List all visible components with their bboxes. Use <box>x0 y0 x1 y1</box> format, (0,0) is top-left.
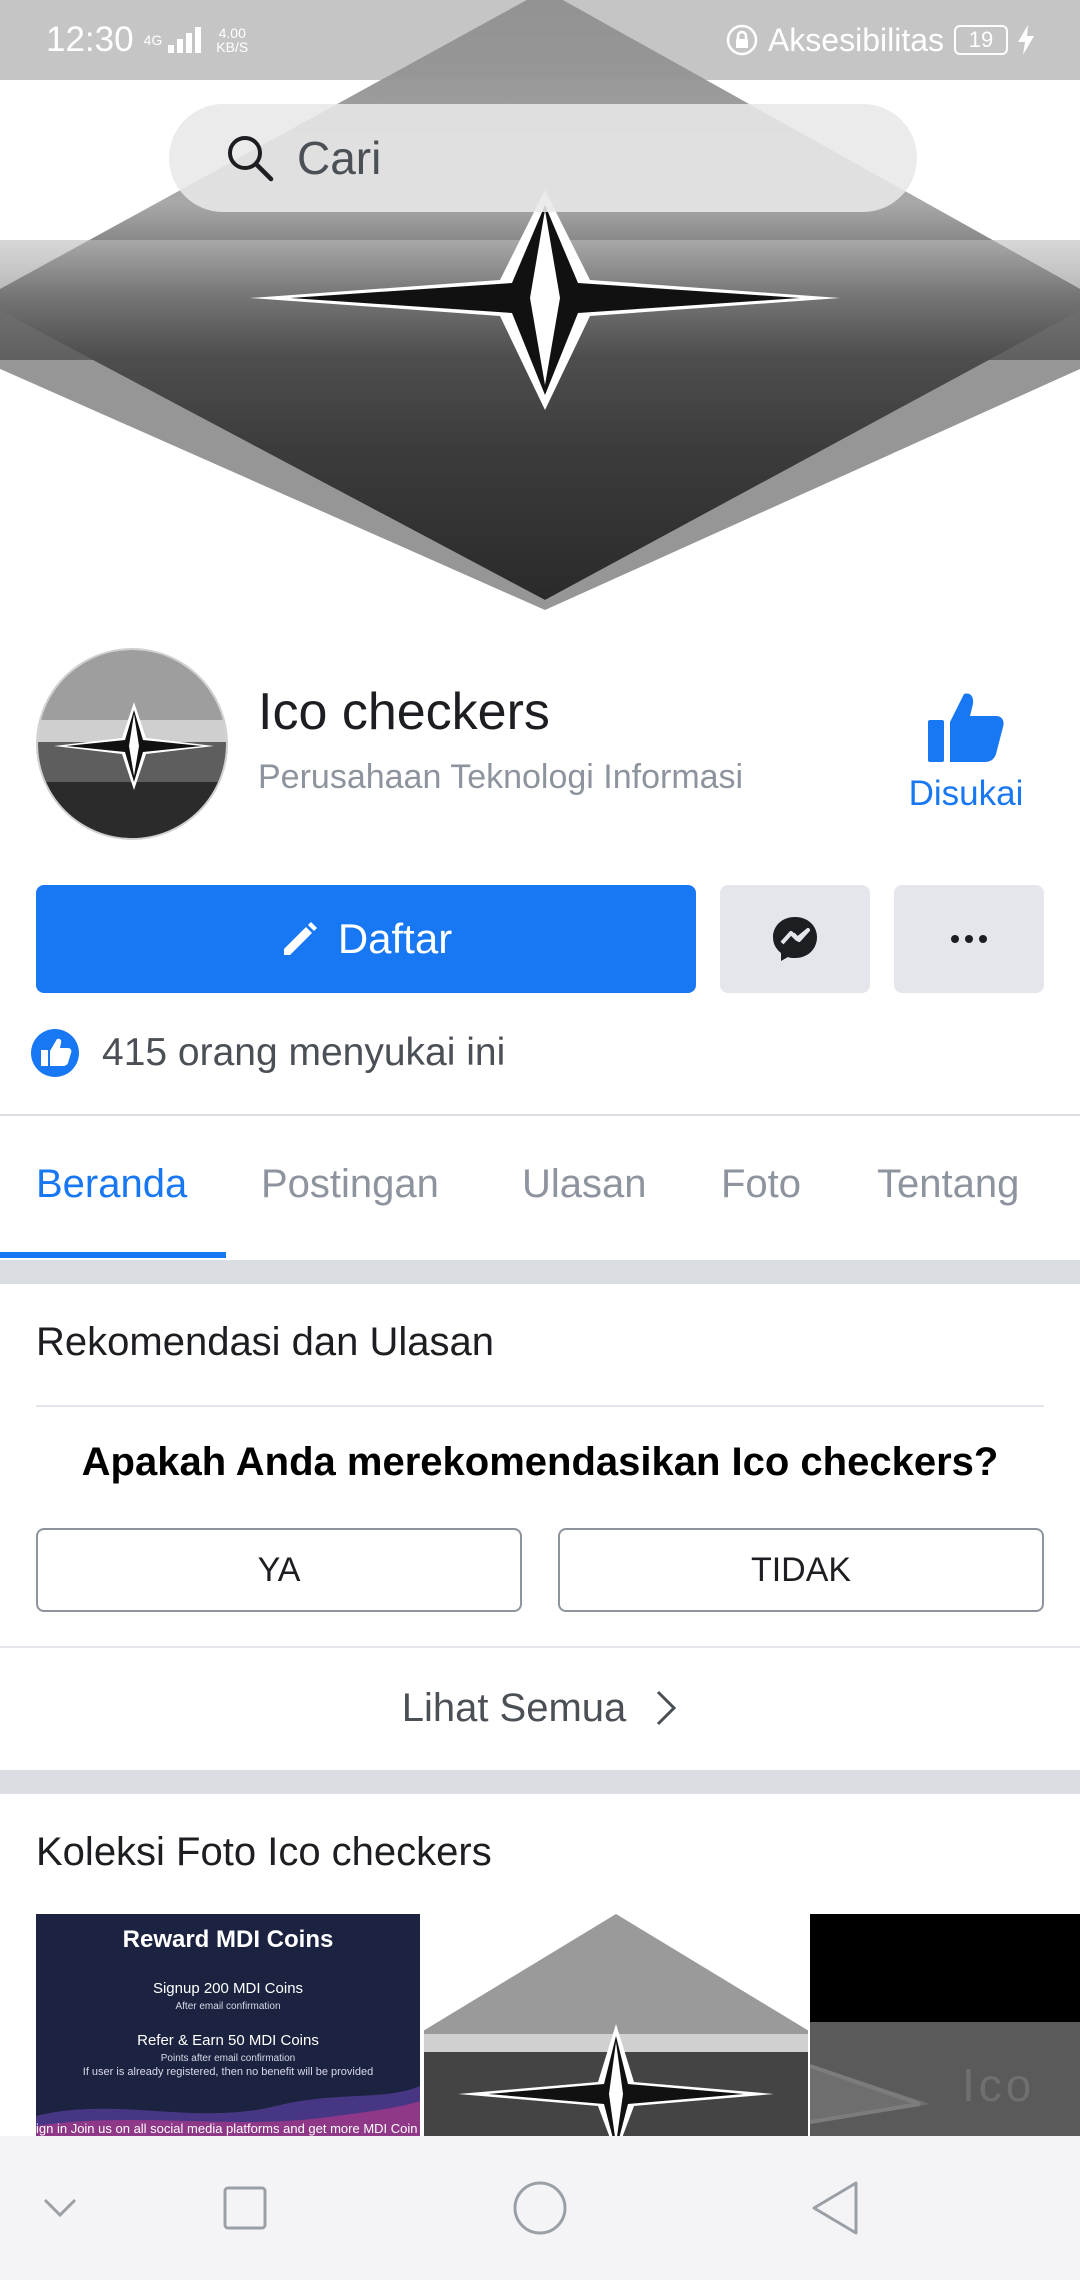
register-button[interactable]: Daftar <box>36 885 696 993</box>
photo-text: Signup 200 MDI Coins <box>152 1980 304 1997</box>
pencil-icon <box>283 922 317 955</box>
photo-thumbnail[interactable]: Ico <box>810 1914 1080 2136</box>
status-bar: 12:30 4G 4.00 KB/S Aksesibilitas 19 <box>0 0 1080 80</box>
cover-logo-image <box>0 0 1080 610</box>
accessibility-label: Aksesibilitas <box>767 21 944 58</box>
photo-logo-image <box>424 1914 808 2136</box>
message-button[interactable] <box>720 885 870 993</box>
photo-footer-text: ign in Join us on all social media platf… <box>36 2121 418 2136</box>
photo-text: Refer & Earn 50 MDI Coins <box>137 2032 319 2049</box>
search-bar[interactable]: Cari <box>169 104 917 212</box>
battery-level: 19 <box>968 27 994 52</box>
battery-indicator: 19 <box>954 25 1008 55</box>
system-nav-bar <box>0 2136 1080 2280</box>
triangle-back-icon <box>812 2181 858 2235</box>
section-separator <box>0 1260 1080 1284</box>
more-options-button[interactable] <box>894 885 1044 993</box>
recommend-question: Apakah Anda merekomendasikan Ico checker… <box>81 1440 999 1484</box>
network-indicator: 4G 4.00 KB/S <box>144 26 249 54</box>
photo-thumbnail[interactable]: Reward MDI Coins Signup 200 MDI Coins Af… <box>36 1914 420 2136</box>
network-type: 4G <box>143 32 163 48</box>
tab-beranda[interactable]: Beranda <box>36 1162 187 1207</box>
photo-caption: Ico <box>962 2059 1036 2111</box>
square-icon <box>223 2186 267 2230</box>
recommend-yes-button[interactable]: YA <box>36 1528 522 1612</box>
recommendations-title: Rekomendasi dan Ulasan <box>36 1320 495 1364</box>
nav-back-button[interactable] <box>800 2136 870 2280</box>
speed-unit: KB/S <box>216 39 249 55</box>
accessibility-lock-icon <box>726 24 758 56</box>
search-placeholder: Cari <box>297 132 382 184</box>
signal-icon <box>168 27 202 53</box>
see-all-link[interactable]: Lihat Semua <box>0 1676 1080 1740</box>
circle-icon <box>513 2181 567 2235</box>
page-name: Ico checkers <box>258 683 550 741</box>
search-icon <box>228 136 274 182</box>
section-separator <box>0 1770 1080 1794</box>
nav-home-button[interactable] <box>505 2136 575 2280</box>
divider <box>0 1646 1080 1648</box>
likes-summary: 415 orang menyukai ini <box>30 1028 505 1078</box>
tab-tentang[interactable]: Tentang <box>877 1162 1019 1207</box>
charging-icon <box>1018 25 1034 55</box>
photo-text: Points after email confirmation <box>160 2053 296 2064</box>
see-all-label: Lihat Semua <box>401 1685 627 1730</box>
avatar-logo-image <box>38 650 226 838</box>
photo-text: After email confirmation <box>175 2001 281 2012</box>
thumbs-up-icon <box>928 693 1004 762</box>
chevron-down-icon <box>43 2198 77 2218</box>
messenger-icon <box>773 917 817 961</box>
photo-thumbnail[interactable] <box>424 1914 808 2136</box>
page-tabs: Beranda Postingan Ulasan Foto Tentang <box>0 1116 1080 1260</box>
tab-postingan[interactable]: Postingan <box>261 1162 439 1207</box>
tab-ulasan[interactable]: Ulasan <box>522 1162 647 1207</box>
like-status-label: Disukai <box>908 774 1024 813</box>
chevron-right-icon <box>657 1690 677 1726</box>
likes-count-text: 415 orang menyukai ini <box>102 1031 506 1074</box>
clock: 12:30 <box>46 20 134 59</box>
app-root: 12:30 4G 4.00 KB/S Aksesibilitas 19 Cari… <box>0 0 1080 2280</box>
network-speed: 4.00 KB/S <box>216 26 248 54</box>
recommend-no-button[interactable]: TIDAK <box>558 1528 1044 1612</box>
nav-recents-button[interactable] <box>215 2136 275 2280</box>
page-category: Perusahaan Teknologi Informasi <box>258 758 744 796</box>
status-right: Aksesibilitas 19 <box>726 22 1034 59</box>
page-avatar[interactable] <box>36 648 228 840</box>
cover-photo[interactable] <box>0 0 1080 610</box>
like-page-button[interactable]: Disukai <box>888 690 1044 830</box>
photos-title: Koleksi Foto Ico checkers <box>36 1830 492 1874</box>
active-tab-indicator <box>0 1252 226 1258</box>
divider <box>36 1405 1044 1407</box>
register-label: Daftar <box>337 915 453 962</box>
more-dots-icon <box>951 935 987 943</box>
photo-headline: Reward MDI Coins <box>122 1926 334 1953</box>
photo-logo-image <box>810 1914 1080 2136</box>
nav-collapse-button[interactable] <box>30 2136 90 2280</box>
tab-foto[interactable]: Foto <box>721 1162 801 1207</box>
like-badge-icon <box>31 1029 79 1077</box>
